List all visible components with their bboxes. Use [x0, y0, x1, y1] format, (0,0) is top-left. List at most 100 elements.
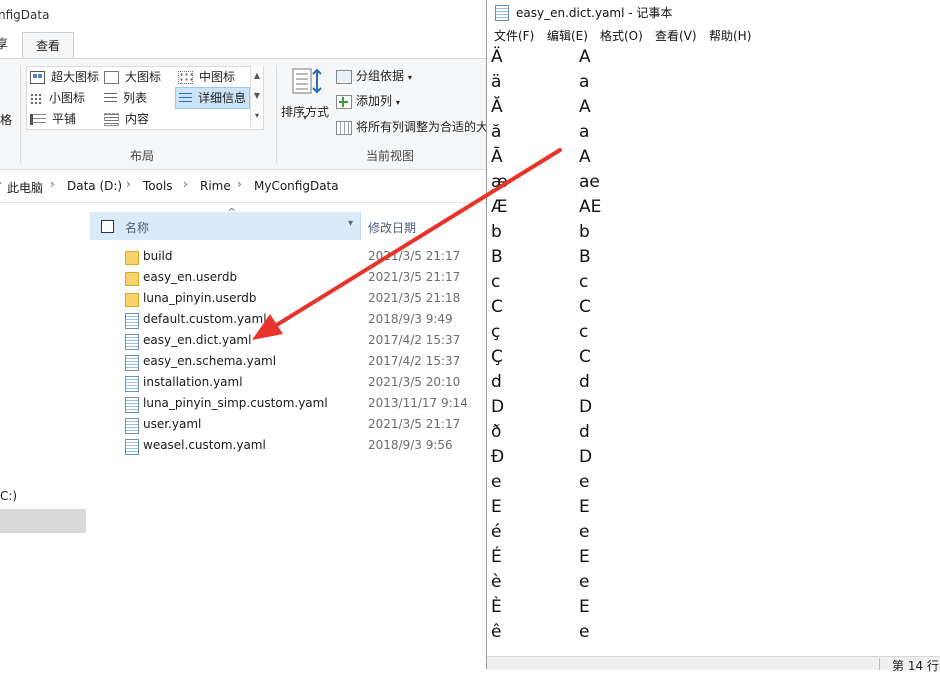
- file-name: easy_en.userdb: [143, 270, 238, 284]
- chevron-down-icon: ▾: [407, 73, 412, 82]
- text-line: ăa: [487, 121, 940, 146]
- layout-extra-large-icons[interactable]: 超大图标: [30, 67, 99, 87]
- file-row[interactable]: luna_pinyin.userdb 2021/3/5 21:18: [90, 288, 488, 309]
- notepad-text-area[interactable]: Ä Aä a Ă Aă a Ā Aæ ae Æ AE b b B Bc c C Cç c Ç Cd d D Dð d Đ De e E E…: [487, 46, 940, 656]
- file-date: 2021/3/5 21:17: [368, 417, 461, 431]
- tab-share[interactable]: 享: [0, 31, 8, 57]
- chevron-right-icon: ›: [0, 178, 2, 189]
- layout-gallery-scroller[interactable]: ▲ ▼ ▾: [250, 66, 263, 128]
- file-date: 2018/9/3 9:49: [368, 312, 453, 326]
- sort-dropdown-icon[interactable]: ▾: [303, 113, 307, 122]
- layout-medium-icons[interactable]: 中图标: [178, 67, 235, 87]
- text-line-ascii: e: [579, 572, 590, 592]
- layout-list[interactable]: 列表: [104, 88, 147, 108]
- text-line-char: B: [491, 247, 503, 267]
- text-line-ascii: E: [579, 597, 590, 617]
- text-line-char: Æ: [491, 197, 508, 217]
- text-line-char: ð: [491, 422, 502, 442]
- text-line: ee: [487, 471, 940, 496]
- yaml-file-icon: [125, 376, 139, 392]
- file-row[interactable]: easy_en.schema.yaml 2017/4/2 15:37: [90, 351, 488, 372]
- nav-item-drive-c[interactable]: C:): [0, 489, 17, 503]
- layout-large-icons[interactable]: 大图标: [104, 67, 161, 87]
- expand-gallery-icon[interactable]: ▾: [251, 106, 263, 126]
- breadcrumb-this-pc[interactable]: 此电脑: [7, 179, 43, 196]
- file-name: easy_en.dict.yaml: [143, 333, 252, 347]
- file-row[interactable]: luna_pinyin_simp.custom.yaml 2013/11/17 9…: [90, 393, 488, 414]
- breadcrumb-data-drive[interactable]: Data (D:): [67, 179, 122, 193]
- text-line-ascii: C: [579, 347, 591, 367]
- column-header-date[interactable]: 修改日期: [368, 219, 416, 236]
- text-line-char: ä: [491, 72, 502, 92]
- text-line-char: E: [491, 497, 502, 517]
- layout-tiles[interactable]: 平铺: [30, 109, 76, 129]
- text-line-char: b: [491, 222, 502, 242]
- file-row[interactable]: default.custom.yaml 2018/9/3 9:49: [90, 309, 488, 330]
- text-line: çc: [487, 321, 940, 346]
- menu-file[interactable]: 文件(F): [494, 27, 534, 44]
- column-headers: 名称 ^ ▾ 修改日期: [90, 206, 488, 240]
- text-line: DD: [487, 396, 940, 421]
- file-row[interactable]: build 2021/3/5 21:17: [90, 246, 488, 267]
- breadcrumb-rime[interactable]: Rime: [200, 179, 231, 193]
- breadcrumb-tools[interactable]: Tools: [143, 179, 173, 193]
- chevron-right-icon[interactable]: ›: [183, 177, 188, 191]
- file-row[interactable]: user.yaml 2021/3/5 21:17: [90, 414, 488, 435]
- menu-edit[interactable]: 编辑(E): [547, 27, 588, 44]
- fit-all-columns-button[interactable]: 将所有列调整为合适的大: [336, 117, 488, 137]
- text-line-ascii: A: [579, 47, 591, 67]
- file-date: 2018/9/3 9:56: [368, 438, 453, 452]
- add-column-button[interactable]: 添加列 ▾: [336, 91, 400, 111]
- group-by-button[interactable]: 分组依据 ▾: [336, 66, 412, 86]
- text-line-char: é: [491, 522, 502, 542]
- small-icons-icon: [30, 93, 43, 104]
- sort-ascending-icon: ^: [227, 206, 237, 219]
- text-line-ascii: E: [579, 497, 590, 517]
- chevron-right-icon[interactable]: ›: [126, 177, 131, 191]
- column-name-label: 名称: [125, 221, 150, 235]
- scroll-down-icon[interactable]: ▼: [251, 86, 263, 106]
- menu-view[interactable]: 查看(V): [655, 27, 697, 44]
- layout-gallery: 超大图标 大图标 中图标 小图标 列表 详细信息 平铺 内容: [26, 66, 264, 130]
- add-column-icon: [336, 94, 352, 109]
- text-line-char: d: [491, 372, 502, 392]
- text-line: äa: [487, 71, 940, 96]
- text-line-char: è: [491, 572, 502, 592]
- yaml-file-icon: [125, 313, 139, 329]
- file-row[interactable]: weasel.custom.yaml 2018/9/3 9:56: [90, 435, 488, 456]
- text-line-ascii: b: [579, 222, 590, 242]
- file-date: 2017/4/2 15:37: [368, 354, 461, 368]
- chevron-right-icon[interactable]: ›: [50, 177, 55, 191]
- file-date: 2021/3/5 21:18: [368, 291, 461, 305]
- menu-help[interactable]: 帮助(H): [709, 27, 751, 44]
- text-line-ascii: E: [579, 547, 590, 567]
- text-line: dd: [487, 371, 940, 396]
- ribbon-left-fragment: 格: [0, 113, 13, 127]
- current-view-group-label: 当前视图: [366, 149, 415, 163]
- breadcrumb-myconfigdata[interactable]: MyConfigData: [254, 179, 339, 193]
- menu-format[interactable]: 格式(O): [600, 27, 643, 44]
- file-row[interactable]: easy_en.dict.yaml 2017/4/2 15:37: [90, 330, 488, 351]
- text-line-ascii: d: [579, 372, 590, 392]
- text-line: ĐD: [487, 446, 940, 471]
- column-header-name[interactable]: 名称 ^ ▾: [90, 206, 361, 240]
- sort-by-icon[interactable]: [292, 67, 322, 95]
- text-line-char: c: [491, 272, 501, 292]
- yaml-file-icon: [125, 397, 139, 413]
- file-row[interactable]: installation.yaml 2021/3/5 20:10: [90, 372, 488, 393]
- tab-view[interactable]: 查看: [22, 32, 74, 60]
- text-line-ascii: c: [579, 272, 589, 292]
- address-bar[interactable]: › 此电脑 › Data (D:) › Tools › Rime › MyCon…: [0, 170, 488, 203]
- chevron-down-icon[interactable]: ▾: [348, 218, 353, 229]
- select-all-checkbox[interactable]: [101, 220, 114, 233]
- layout-small-icons[interactable]: 小图标: [30, 88, 85, 108]
- ribbon-tabs: 享 查看: [0, 30, 488, 60]
- nav-item-selected[interactable]: [0, 509, 86, 533]
- chevron-right-icon[interactable]: ›: [237, 177, 242, 191]
- file-row[interactable]: easy_en.userdb 2021/3/5 21:17: [90, 267, 488, 288]
- text-line-char: É: [491, 547, 502, 567]
- layout-details[interactable]: 详细信息: [175, 87, 251, 109]
- scroll-up-icon[interactable]: ▲: [251, 66, 263, 86]
- layout-content[interactable]: 内容: [104, 109, 149, 129]
- notepad-icon: [495, 5, 509, 21]
